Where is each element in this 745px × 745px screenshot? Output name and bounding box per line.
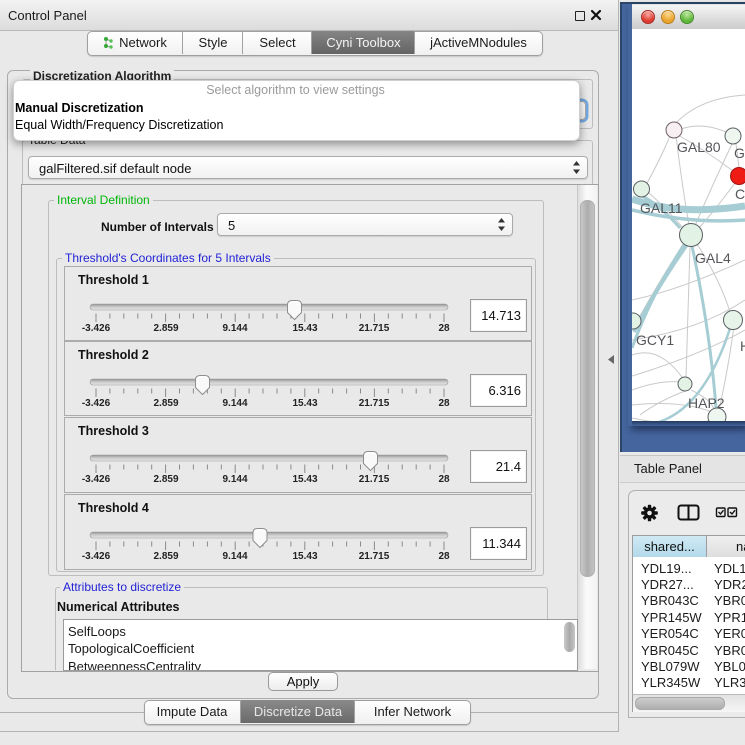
svg-text:CD: CD (735, 186, 745, 202)
svg-text:GAL80: GAL80 (677, 139, 721, 155)
svg-text:GA: GA (734, 145, 745, 161)
svg-text:HAP2: HAP2 (688, 395, 725, 411)
svg-text:GAL11: GAL11 (640, 200, 683, 216)
svg-text:HI: HI (740, 338, 745, 354)
svg-text:GAL4: GAL4 (695, 250, 731, 266)
svg-text:GCY1: GCY1 (636, 332, 674, 348)
